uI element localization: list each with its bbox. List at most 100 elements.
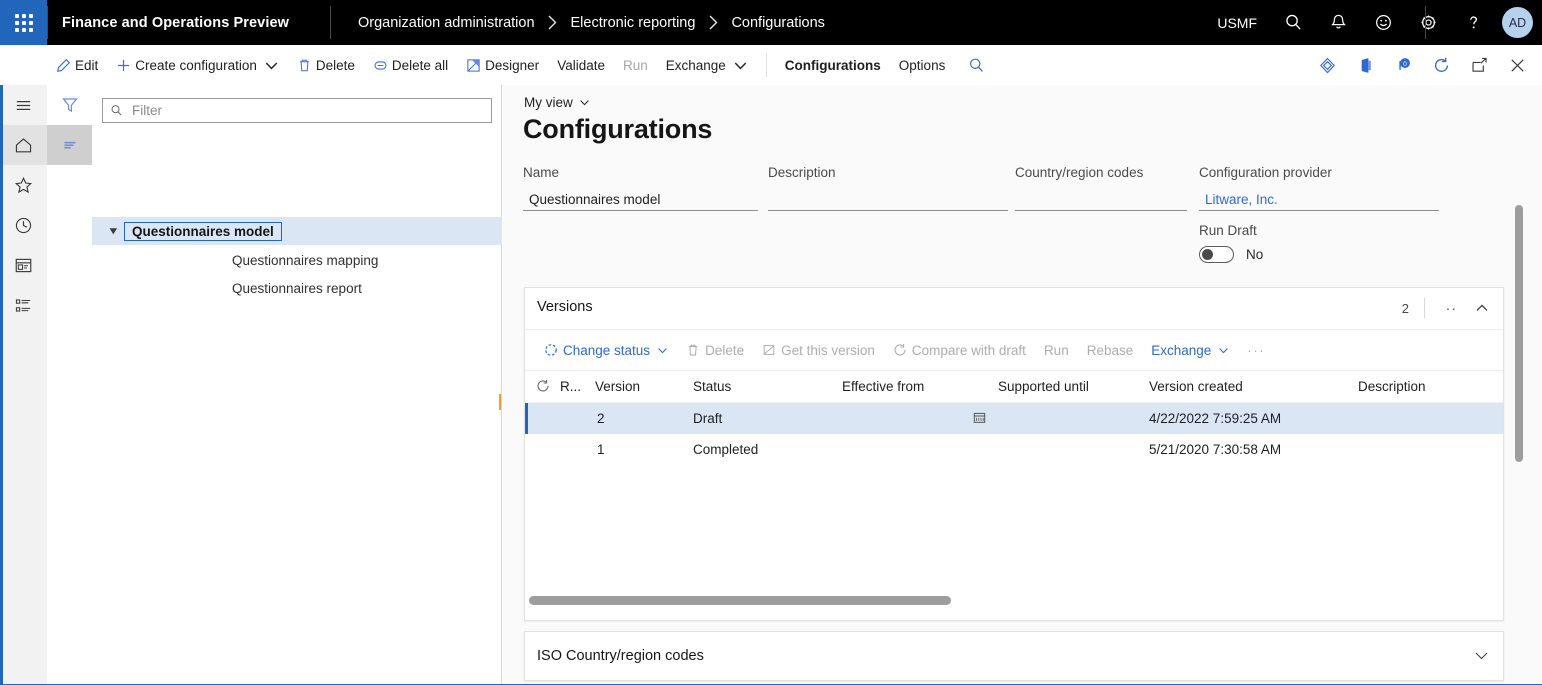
- company-selector[interactable]: USMF: [1203, 15, 1271, 31]
- action-toolbar: Edit Create configuration Delete Delete …: [0, 45, 1542, 86]
- tree-node-label: Questionnaires report: [232, 281, 362, 296]
- pencil-icon: [56, 58, 71, 73]
- waffle-grid-icon[interactable]: [0, 0, 47, 45]
- options-tab[interactable]: Options: [890, 45, 955, 85]
- brand-title[interactable]: Finance and Operations Preview: [62, 0, 289, 45]
- app-root: Finance and Operations Preview Organizat…: [0, 0, 1542, 685]
- breadcrumb-item-2[interactable]: Configurations: [731, 15, 825, 31]
- get-this-version-button: Get this version: [753, 330, 884, 370]
- field-configuration-provider-label: Configuration provider: [1199, 165, 1439, 180]
- column-header-version[interactable]: Version: [595, 379, 640, 394]
- versions-horizontal-scrollbar[interactable]: [526, 592, 1502, 610]
- column-header-version-created[interactable]: Version created: [1149, 379, 1243, 394]
- table-row[interactable]: 1 Completed 5/21/2020 7:30:58 AM: [525, 434, 1503, 465]
- chevron-down-icon[interactable]: [1474, 648, 1489, 666]
- run-draft-toggle[interactable]: [1199, 246, 1234, 263]
- cell-version: 1: [597, 442, 605, 457]
- personalize-icon[interactable]: [1308, 45, 1346, 85]
- tree-node-questionnaires-mapping[interactable]: Questionnaires mapping: [232, 246, 378, 274]
- chevron-down-icon: [579, 97, 590, 108]
- column-header-description[interactable]: Description: [1358, 379, 1426, 394]
- office-app-icon[interactable]: [1346, 45, 1384, 85]
- tree-node-questionnaires-model[interactable]: Questionnaires model: [92, 217, 502, 245]
- field-description-value[interactable]: [768, 188, 1008, 211]
- configurations-tab[interactable]: Configurations: [776, 45, 890, 85]
- field-description-label: Description: [768, 165, 1008, 180]
- breadcrumb-item-0[interactable]: Organization administration: [358, 15, 535, 31]
- delete-label: Delete: [316, 58, 355, 73]
- versions-more-button[interactable]: ···: [1238, 330, 1274, 370]
- home-icon[interactable]: [0, 125, 47, 165]
- versions-run-button: Run: [1035, 330, 1078, 370]
- toolbar-search-icon[interactable]: [954, 45, 994, 85]
- trash-icon: [297, 58, 312, 73]
- refresh-icon[interactable]: [1422, 45, 1460, 85]
- edit-button[interactable]: Edit: [47, 45, 107, 85]
- avatar[interactable]: AD: [1502, 7, 1533, 38]
- scrollbar-thumb[interactable]: [529, 596, 951, 605]
- field-configuration-provider-value[interactable]: Litware, Inc.: [1199, 188, 1439, 211]
- recent-clock-icon[interactable]: [0, 205, 47, 245]
- column-header-r[interactable]: R...: [560, 379, 581, 394]
- cell-status: Draft: [693, 411, 722, 426]
- versions-run-label: Run: [1044, 343, 1069, 358]
- chevron-up-icon[interactable]: [1475, 301, 1489, 318]
- breadcrumb: Organization administration Electronic r…: [358, 0, 825, 45]
- hamburger-menu-icon[interactable]: [0, 85, 47, 125]
- change-status-label: Change status: [563, 343, 650, 358]
- date-picker-icon[interactable]: [973, 411, 986, 427]
- tree-pane-toolbar: [47, 85, 93, 685]
- tree-node-questionnaires-report[interactable]: Questionnaires report: [232, 274, 362, 302]
- help-icon[interactable]: [1451, 0, 1496, 45]
- modules-list-icon[interactable]: [0, 285, 47, 325]
- versions-exchange-button[interactable]: Exchange: [1142, 330, 1238, 370]
- column-header-supported-until[interactable]: Supported until: [998, 379, 1089, 394]
- compare-with-draft-label: Compare with draft: [912, 343, 1026, 358]
- create-configuration-label: Create configuration: [135, 58, 257, 73]
- popout-icon[interactable]: [1460, 45, 1498, 85]
- create-configuration-button[interactable]: Create configuration: [107, 45, 288, 85]
- view-selector-label: My view: [524, 95, 573, 110]
- status-circle-icon: [544, 343, 558, 357]
- bell-icon[interactable]: [1316, 0, 1361, 45]
- attachments-icon[interactable]: 0: [1384, 45, 1422, 85]
- column-header-effective-from[interactable]: Effective from: [842, 379, 924, 394]
- change-status-button[interactable]: Change status: [535, 330, 677, 370]
- field-name-value[interactable]: Questionnaires model: [523, 188, 758, 211]
- scrollbar-thumb[interactable]: [1515, 205, 1523, 462]
- table-row[interactable]: 2 Draft 4/22/2022 7:59:25 AM: [525, 403, 1503, 434]
- delete-button[interactable]: Delete: [288, 45, 364, 85]
- exchange-button[interactable]: Exchange: [657, 45, 757, 85]
- filter-input[interactable]: [130, 102, 474, 119]
- field-country-region-codes-value[interactable]: [1015, 188, 1187, 211]
- gear-icon[interactable]: [1406, 0, 1451, 45]
- designer-button[interactable]: Designer: [457, 45, 548, 85]
- versions-overflow-dots[interactable]: ··: [1446, 300, 1457, 316]
- validate-button[interactable]: Validate: [548, 45, 614, 85]
- favorites-star-icon[interactable]: [0, 165, 47, 205]
- versions-card: Versions 2 ·· Change status Delete: [524, 287, 1504, 621]
- filter-funnel-icon[interactable]: [47, 85, 92, 125]
- field-configuration-provider: Configuration provider Litware, Inc.: [1199, 165, 1439, 211]
- breadcrumb-item-1[interactable]: Electronic reporting: [571, 15, 696, 31]
- workspaces-icon[interactable]: [0, 245, 47, 285]
- iso-country-region-codes-section[interactable]: ISO Country/region codes: [524, 631, 1504, 681]
- main-vertical-scrollbar[interactable]: [1515, 205, 1523, 545]
- filter-input-wrapper[interactable]: [102, 98, 492, 123]
- toolbar-divider: [766, 53, 767, 77]
- grid-refresh-icon[interactable]: [536, 379, 550, 396]
- versions-delete-label: Delete: [705, 343, 744, 358]
- close-icon[interactable]: [1498, 45, 1536, 85]
- tree-body: Questionnaires model Questionnaires mapp…: [92, 85, 502, 685]
- tree-node-label: Questionnaires model: [124, 222, 282, 241]
- delete-all-button[interactable]: Delete all: [364, 45, 457, 85]
- expand-triangle-icon[interactable]: [102, 227, 124, 236]
- options-label: Options: [899, 58, 946, 73]
- designer-icon: [466, 58, 481, 73]
- search-icon[interactable]: [1271, 0, 1316, 45]
- view-selector[interactable]: My view: [524, 95, 590, 110]
- column-header-status[interactable]: Status: [693, 379, 731, 394]
- run-draft-value: No: [1246, 247, 1263, 262]
- list-lines-icon[interactable]: [47, 125, 92, 165]
- smiley-icon[interactable]: [1361, 0, 1406, 45]
